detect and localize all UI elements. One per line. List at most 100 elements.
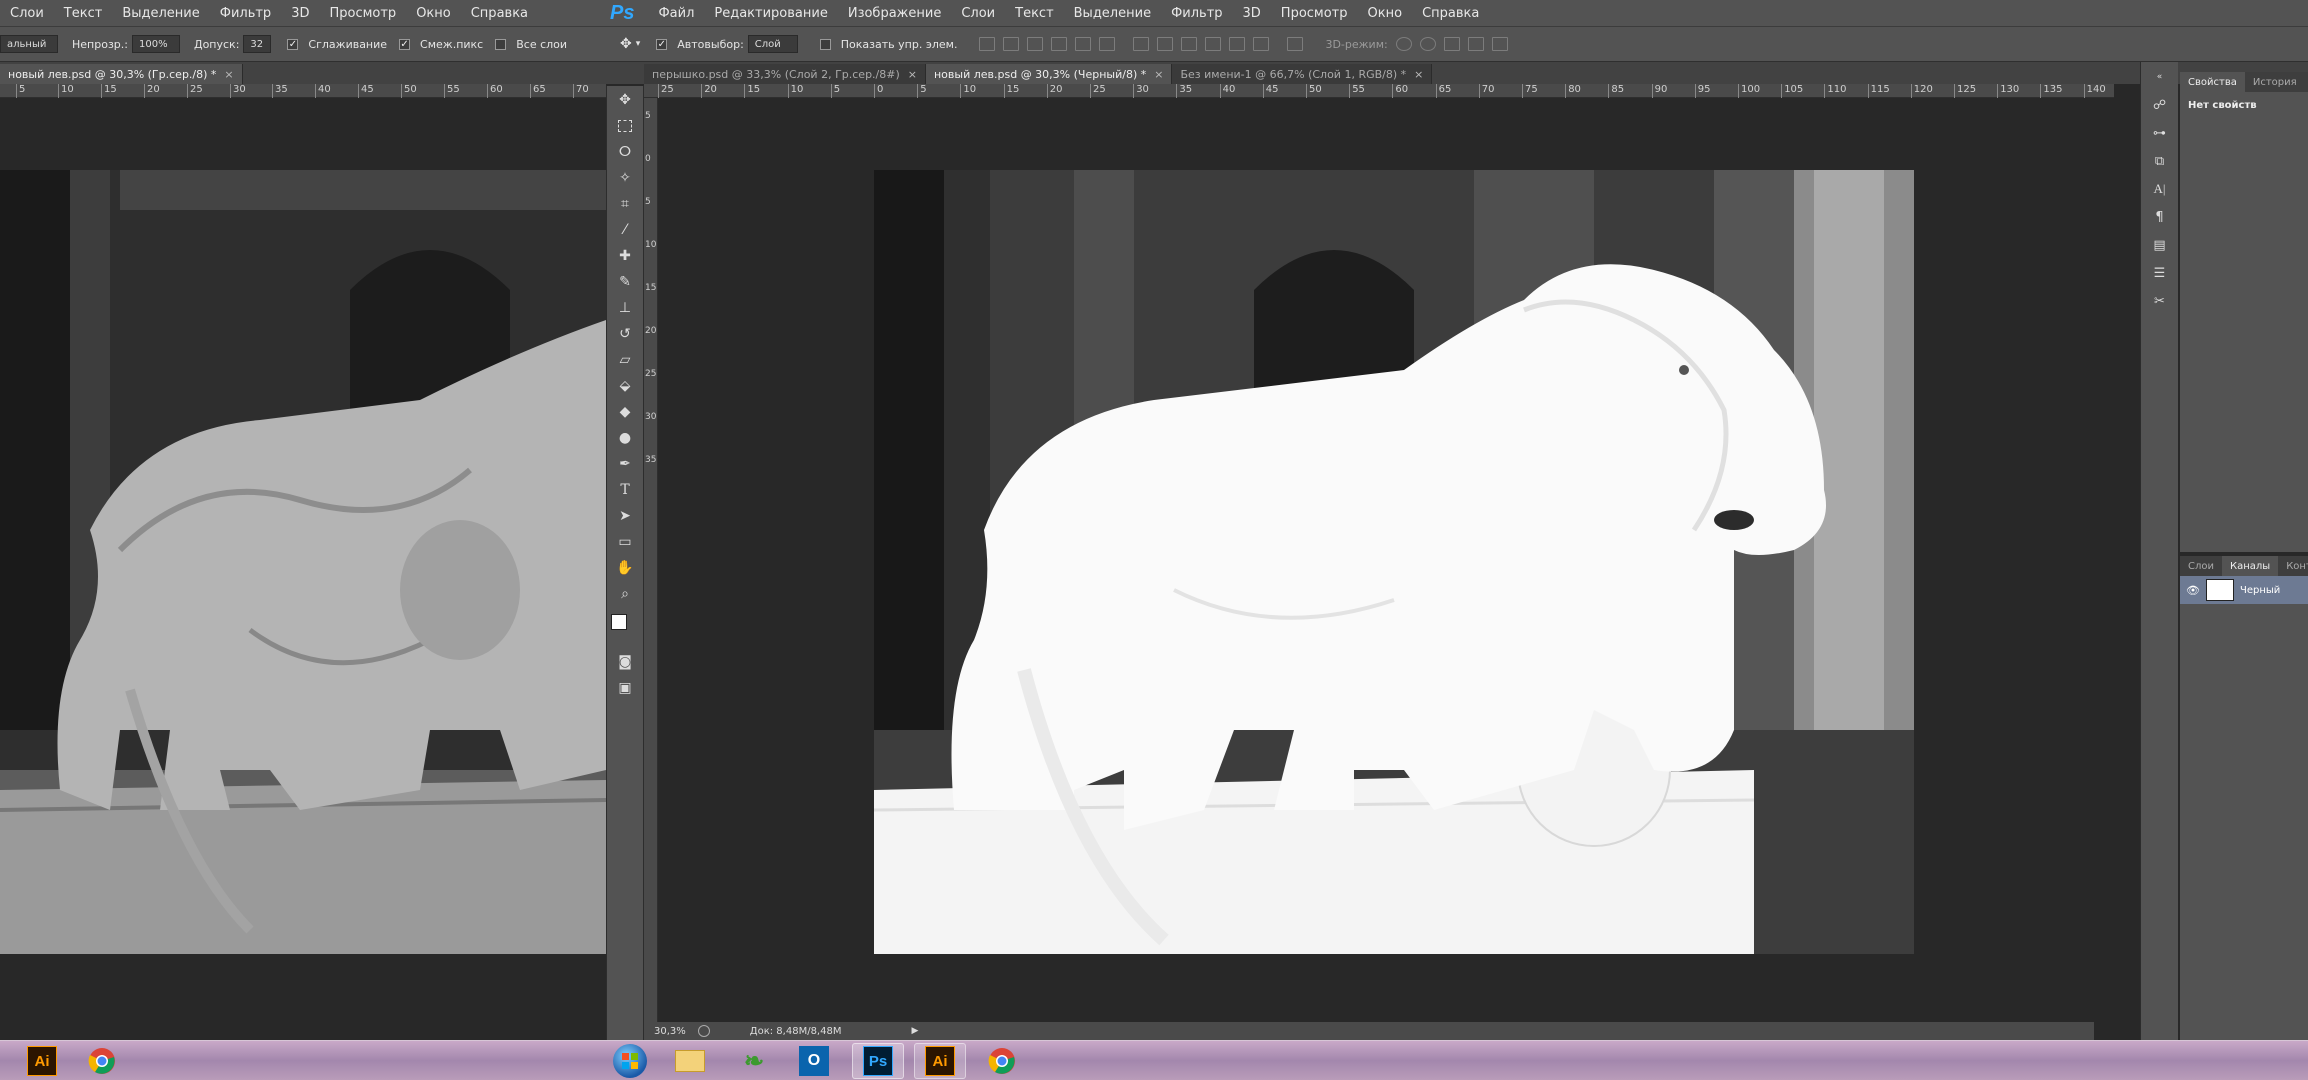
menu-image[interactable]: Изображение xyxy=(838,6,951,21)
auto-align-icon[interactable] xyxy=(1287,37,1304,51)
info-panel-icon[interactable]: ☰ xyxy=(2147,262,2173,284)
marquee-tool-icon[interactable] xyxy=(611,114,639,138)
tab-layers[interactable]: Слои xyxy=(2180,556,2222,576)
blur-tool-icon[interactable]: ◆ xyxy=(611,400,639,424)
healing-brush-icon[interactable]: ✚ xyxy=(611,244,639,268)
taskbar-chrome[interactable] xyxy=(976,1043,1028,1079)
channel-row[interactable]: 👁 Черный xyxy=(2180,576,2308,604)
taskbar-green-app[interactable]: ❧ xyxy=(728,1043,780,1079)
close-icon[interactable]: × xyxy=(1154,68,1163,81)
collapse-icon[interactable]: « xyxy=(2147,66,2173,88)
lasso-tool-icon[interactable]: ⵔ xyxy=(611,140,639,164)
pen-tool-icon[interactable]: ✒ xyxy=(611,452,639,476)
distribute-hcenter-icon[interactable] xyxy=(1229,37,1246,51)
tab-new-lion[interactable]: новый лев.psd @ 30,3% (Черный/8) * × xyxy=(925,64,1173,84)
main-canvas-image[interactable] xyxy=(874,170,1914,954)
tools-preset-icon[interactable]: ✂ xyxy=(2147,290,2173,312)
brush-tool-icon[interactable]: ✎ xyxy=(611,270,639,294)
roll3d-icon[interactable] xyxy=(1419,37,1436,51)
tab-paths[interactable]: Конту xyxy=(2278,556,2308,576)
history-brush-icon[interactable]: ↺ xyxy=(611,322,639,346)
taskbar-outlook[interactable]: O xyxy=(788,1043,840,1079)
status-arrow-icon[interactable]: ▶ xyxy=(911,1026,918,1036)
autoselect-checkbox[interactable]: ✓ xyxy=(656,38,668,50)
path-select-icon[interactable]: ➤ xyxy=(611,504,639,528)
blend-mode-dropdown[interactable]: альный xyxy=(0,35,58,53)
slide3d-icon[interactable] xyxy=(1467,37,1484,51)
quick-mask-icon[interactable]: ◙ xyxy=(611,650,639,674)
tab-feather[interactable]: перышко.psd @ 33,3% (Слой 2, Гр.сер./8#)… xyxy=(644,64,926,84)
eraser-tool-icon[interactable]: ▱ xyxy=(611,348,639,372)
align-right-icon[interactable] xyxy=(1099,37,1116,51)
menu-view[interactable]: Просмотр xyxy=(319,6,406,21)
menu-layers[interactable]: Слои xyxy=(951,6,1005,21)
move-tool-icon[interactable]: ✥ xyxy=(620,36,632,52)
distribute-left-icon[interactable] xyxy=(1205,37,1222,51)
menu-help[interactable]: Справка xyxy=(1412,6,1489,21)
taskbar-illustrator[interactable]: Ai xyxy=(914,1043,966,1079)
autoselect-dropdown[interactable]: Слой xyxy=(747,35,798,53)
crop-tool-icon[interactable]: ⌗ xyxy=(611,192,639,216)
distribute-right-icon[interactable] xyxy=(1253,37,1270,51)
distribute-top-icon[interactable] xyxy=(1133,37,1150,51)
align-left-icon[interactable] xyxy=(1051,37,1068,51)
layer-comps-icon[interactable]: ⧉ xyxy=(2147,150,2173,172)
adjustments-panel-icon[interactable]: ⊶ xyxy=(2147,122,2173,144)
tab-untitled[interactable]: Без имени-1 @ 66,7% (Слой 1, RGB/8) * × xyxy=(1172,64,1433,84)
tab-history[interactable]: История xyxy=(2245,72,2305,92)
chevron-down-icon[interactable]: ▾ xyxy=(636,39,641,49)
menu-3d[interactable]: 3D xyxy=(1233,6,1271,21)
left-canvas-image[interactable] xyxy=(0,170,606,954)
menu-view[interactable]: Просмотр xyxy=(1271,6,1358,21)
align-bottom-icon[interactable] xyxy=(1027,37,1044,51)
menu-select[interactable]: Выделение xyxy=(1064,6,1161,21)
taskbar-chrome-left[interactable] xyxy=(76,1043,128,1079)
distribute-vcenter-icon[interactable] xyxy=(1157,37,1174,51)
hand-tool-icon[interactable]: ✋ xyxy=(611,556,639,580)
menu-edit[interactable]: Редактирование xyxy=(704,6,837,21)
antialias-checkbox[interactable]: ✓ xyxy=(287,38,299,50)
drag3d-icon[interactable] xyxy=(1443,37,1460,51)
foreground-color-swatch[interactable] xyxy=(611,614,627,630)
taskbar-explorer[interactable] xyxy=(664,1043,716,1079)
menu-window[interactable]: Окно xyxy=(1358,6,1413,21)
rotate3d-icon[interactable] xyxy=(1395,37,1412,51)
stamp-tool-icon[interactable]: ⊥ xyxy=(611,296,639,320)
type-tool-icon[interactable]: T xyxy=(611,478,639,502)
character-panel-icon[interactable]: A| xyxy=(2147,178,2173,200)
distribute-bottom-icon[interactable] xyxy=(1181,37,1198,51)
menu-text[interactable]: Текст xyxy=(54,6,113,21)
tab-new-lion[interactable]: новый лев.psd @ 30,3% (Гр.сер./8) * × xyxy=(0,64,243,84)
screen-mode-icon[interactable]: ▣ xyxy=(611,676,639,700)
menu-text[interactable]: Текст xyxy=(1005,6,1064,21)
tab-properties[interactable]: Свойства xyxy=(2180,72,2245,92)
opacity-dropdown[interactable]: 100% xyxy=(131,35,180,53)
menu-filter[interactable]: Фильтр xyxy=(1161,6,1232,21)
close-icon[interactable]: × xyxy=(224,68,233,81)
history-panel-icon[interactable]: ☍ xyxy=(2147,94,2173,116)
scale3d-icon[interactable] xyxy=(1491,37,1508,51)
menu-3d[interactable]: 3D xyxy=(281,6,319,21)
menu-select[interactable]: Выделение xyxy=(112,6,209,21)
move-tool-icon[interactable]: ✥ xyxy=(611,88,639,112)
menu-window[interactable]: Окно xyxy=(406,6,461,21)
magic-wand-icon[interactable]: ✧ xyxy=(611,166,639,190)
dodge-tool-icon[interactable]: ● xyxy=(611,426,639,450)
taskbar-photoshop[interactable]: Ps xyxy=(852,1043,904,1079)
close-icon[interactable]: × xyxy=(908,68,917,81)
zoom-level[interactable]: 30,3% xyxy=(654,1026,686,1037)
rectangle-tool-icon[interactable]: ▭ xyxy=(611,530,639,554)
eye-icon[interactable]: 👁 xyxy=(2186,584,2200,597)
menu-filter[interactable]: Фильтр xyxy=(210,6,281,21)
show-controls-checkbox[interactable] xyxy=(819,38,831,50)
contiguous-checkbox[interactable]: ✓ xyxy=(399,38,411,50)
menu-help[interactable]: Справка xyxy=(461,6,538,21)
paragraph-panel-icon[interactable]: ¶ xyxy=(2147,206,2173,228)
taskbar-illustrator-left[interactable]: Ai xyxy=(16,1043,68,1079)
start-button[interactable] xyxy=(604,1043,656,1079)
menu-file[interactable]: Файл xyxy=(648,6,704,21)
align-top-icon[interactable] xyxy=(979,37,996,51)
align-vcenter-icon[interactable] xyxy=(1003,37,1020,51)
paint-bucket-icon[interactable]: ⬙ xyxy=(611,374,639,398)
navigator-panel-icon[interactable]: ▤ xyxy=(2147,234,2173,256)
